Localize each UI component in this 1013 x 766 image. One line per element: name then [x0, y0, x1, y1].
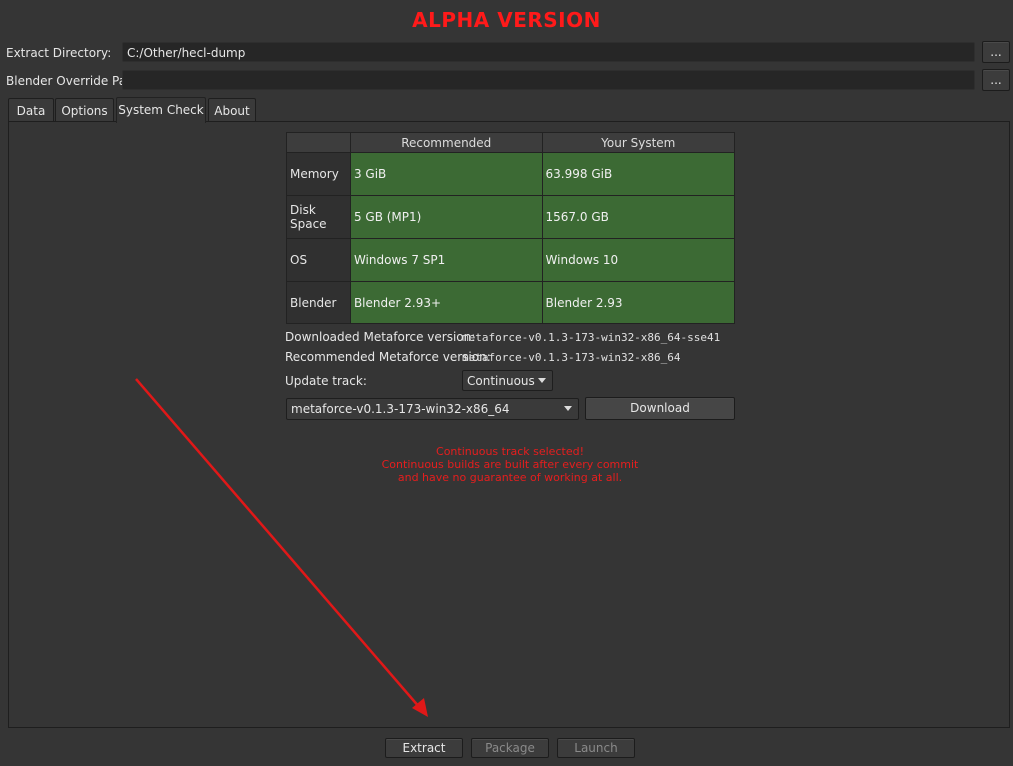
- row-header-blender: Blender: [286, 281, 351, 324]
- download-button[interactable]: Download: [585, 397, 735, 420]
- downloaded-version-value: metaforce-v0.1.3-173-win32-x86_64-sse41: [462, 331, 721, 344]
- table-cell: Windows 7 SP1: [349, 238, 543, 282]
- tab-system-check[interactable]: System Check: [116, 97, 206, 123]
- table-corner: [286, 132, 351, 153]
- column-header-your-system: Your System: [541, 132, 736, 153]
- table-cell: Windows 10: [541, 238, 736, 282]
- extract-directory-field[interactable]: C:/Other/hecl-dump: [122, 42, 975, 62]
- update-track-value: Continuous: [467, 374, 535, 388]
- column-header-recommended: Recommended: [349, 132, 543, 153]
- warning-line: Continuous track selected!: [436, 445, 584, 458]
- table-cell: 5 GB (MP1): [349, 195, 543, 239]
- recommended-version-value: metaforce-v0.1.3-173-win32-x86_64: [462, 351, 681, 364]
- update-track-dropdown[interactable]: Continuous: [462, 370, 553, 391]
- table-cell: 3 GiB: [349, 152, 543, 196]
- row-header-memory: Memory: [286, 152, 351, 196]
- recommended-version-label: Recommended Metaforce version:: [285, 350, 491, 364]
- blender-override-browse-button[interactable]: ...: [982, 69, 1010, 91]
- chevron-down-icon: [564, 406, 572, 411]
- launch-button[interactable]: Launch: [557, 738, 635, 758]
- table-row: Memory 3 GiB 63.998 GiB: [286, 152, 736, 196]
- continuous-track-warning: Continuous track selected! Continuous bu…: [300, 445, 720, 484]
- package-button[interactable]: Package: [471, 738, 549, 758]
- extract-button[interactable]: Extract: [385, 738, 463, 758]
- warning-line: and have no guarantee of working at all.: [397, 471, 623, 484]
- table-row: OS Windows 7 SP1 Windows 10: [286, 238, 736, 282]
- row-header-disk-space: Disk Space: [286, 195, 351, 239]
- table-row: Blender Blender 2.93+ Blender 2.93: [286, 281, 736, 324]
- row-header-os: OS: [286, 238, 351, 282]
- chevron-down-icon: [538, 378, 546, 383]
- extract-directory-label: Extract Directory:: [6, 46, 112, 60]
- build-select-dropdown[interactable]: metaforce-v0.1.3-173-win32-x86_64: [286, 398, 579, 420]
- extract-directory-browse-button[interactable]: ...: [982, 41, 1010, 63]
- tab-about[interactable]: About: [208, 98, 256, 122]
- table-cell: Blender 2.93: [541, 281, 736, 324]
- table-cell: 63.998 GiB: [541, 152, 736, 196]
- table-cell: 1567.0 GB: [541, 195, 736, 239]
- alpha-version-banner: ALPHA VERSION: [412, 8, 601, 32]
- warning-line: Continuous builds are built after every …: [381, 458, 639, 471]
- system-requirements-table: Recommended Your System Memory 3 GiB 63.…: [286, 132, 736, 324]
- table-row: Disk Space 5 GB (MP1) 1567.0 GB: [286, 195, 736, 239]
- tab-data[interactable]: Data: [8, 98, 54, 122]
- blender-override-field[interactable]: [122, 70, 975, 90]
- tab-options[interactable]: Options: [55, 98, 114, 122]
- update-track-label: Update track:: [285, 374, 367, 388]
- table-cell: Blender 2.93+: [349, 281, 543, 324]
- build-select-value: metaforce-v0.1.3-173-win32-x86_64: [291, 402, 510, 416]
- downloaded-version-label: Downloaded Metaforce version:: [285, 330, 476, 344]
